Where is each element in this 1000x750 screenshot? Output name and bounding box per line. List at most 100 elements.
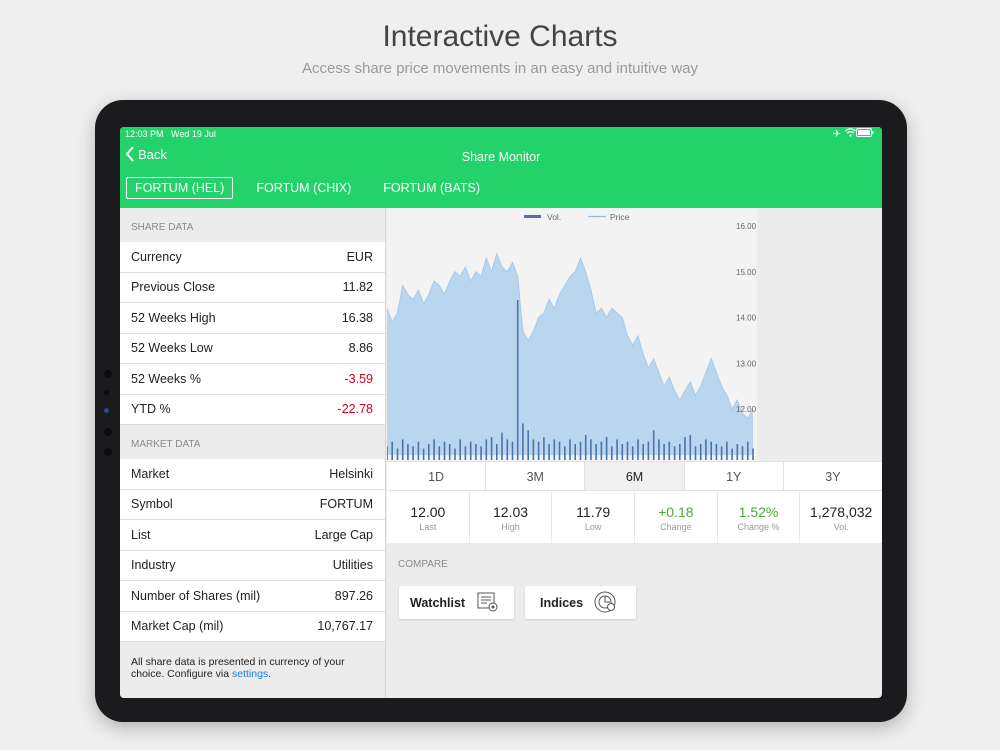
- volume-bar: [469, 441, 472, 460]
- share-data-row: 52 Weeks % -3.59: [120, 364, 385, 395]
- promo-title: Interactive Charts: [382, 20, 618, 53]
- volume-bar: [752, 448, 754, 460]
- volume-bar: [611, 446, 613, 460]
- volume-bar: [720, 446, 723, 460]
- volume-bar: [412, 446, 414, 460]
- legend-volume-label: Vol.: [547, 212, 561, 222]
- volume-bar: [694, 446, 697, 460]
- period-1d[interactable]: 1D: [387, 462, 487, 490]
- volume-bar: [496, 444, 498, 460]
- volume-bar: [485, 439, 488, 460]
- volume-bar: [428, 444, 430, 460]
- compare-heading: COMPARE: [398, 559, 448, 570]
- share-data-heading: SHARE DATA: [131, 222, 194, 233]
- period-3m[interactable]: 3M: [486, 462, 586, 490]
- price-chart-svg: Vol. Price 16.00 15.00 14.00 13.00 12.00: [386, 212, 757, 460]
- volume-bar: [642, 444, 644, 460]
- volume-bar: [401, 439, 404, 460]
- share-data-row: Currency EUR: [120, 242, 385, 273]
- volume-bar: [475, 444, 477, 460]
- stat-change-percent: 1.52% Change %: [718, 491, 801, 543]
- exchange-tabs: FORTUM (HEL) FORTUM (CHIX) FORTUM (BATS): [126, 177, 503, 199]
- market-data-row: Market Helsinki: [120, 459, 385, 490]
- volume-bar: [511, 441, 514, 460]
- stat-change: +0.18 Change: [635, 491, 718, 543]
- volume-bar: [658, 439, 660, 460]
- volume-bar: [417, 441, 420, 460]
- volume-bar: [689, 434, 692, 460]
- volume-bar: [684, 437, 686, 460]
- nav-bar: 12:03 PM Wed 19 Jul ✈ Back Share Monitor…: [120, 127, 882, 208]
- volume-bar: [433, 439, 435, 460]
- period-6m[interactable]: 6M: [585, 462, 685, 490]
- tab-fortum-bats[interactable]: FORTUM (BATS): [374, 177, 489, 199]
- share-data-row: YTD % -22.78: [120, 394, 385, 425]
- market-data-row: Symbol FORTUM: [120, 489, 385, 520]
- volume-bar: [731, 448, 733, 460]
- volume-bar: [448, 444, 451, 460]
- volume-bar: [699, 444, 702, 460]
- volume-bar: [736, 444, 739, 460]
- tab-fortum-chix[interactable]: FORTUM (CHIX): [247, 177, 360, 199]
- volume-bar: [480, 446, 482, 460]
- nav-title: Share Monitor: [461, 150, 541, 164]
- chart-margin: [757, 208, 882, 461]
- stat-high: 12.03 High: [470, 491, 553, 543]
- tab-fortum-hel[interactable]: FORTUM (HEL): [126, 177, 234, 199]
- volume-bar: [558, 441, 561, 460]
- watchlist-button[interactable]: Watchlist: [399, 586, 514, 619]
- volume-bar: [647, 441, 650, 460]
- volume-bar: [631, 446, 634, 460]
- indices-button[interactable]: Indices: [525, 586, 636, 619]
- volume-bar: [386, 446, 388, 460]
- volume-bar: [543, 437, 545, 460]
- volume-bar: [715, 444, 718, 460]
- volume-bar: [605, 437, 608, 460]
- volume-bar: [464, 446, 467, 460]
- y-tick-label: 12.00: [736, 405, 757, 414]
- volume-bar: [422, 448, 425, 460]
- volume-bar: [595, 444, 597, 460]
- volume-bar: [741, 446, 744, 460]
- chart-panel: Vol. Price 16.00 15.00 14.00 13.00 12.00 1D …: [386, 208, 882, 698]
- y-tick-label: 15.00: [736, 268, 757, 277]
- promo-subtitle: Access share price movements in an easy …: [301, 60, 699, 77]
- legend-price-label: Price: [610, 212, 630, 222]
- period-3y[interactable]: 3Y: [784, 462, 882, 490]
- volume-bar: [663, 444, 665, 460]
- price-chart[interactable]: Vol. Price 16.00 15.00 14.00 13.00 12.00: [386, 208, 757, 461]
- volume-bar: [396, 448, 399, 460]
- settings-link[interactable]: settings: [232, 668, 268, 680]
- volume-bar: [569, 439, 571, 460]
- volume-bar: [726, 441, 728, 460]
- share-data-row: Previous Close 11.82: [120, 272, 385, 303]
- camera-dot: [104, 370, 112, 378]
- status-icons: ✈: [833, 128, 874, 140]
- volume-bar: [652, 430, 655, 460]
- side-button: [104, 408, 109, 413]
- market-data-row: Market Cap (mil) 10,767.17: [120, 611, 385, 642]
- volume-bar: [537, 441, 540, 460]
- volume-bar: [705, 439, 707, 460]
- volume-bar: [454, 448, 456, 460]
- legend-volume-swatch: [524, 215, 541, 218]
- volume-bar: [621, 444, 624, 460]
- volume-bar: [590, 439, 592, 460]
- volume-bar: [616, 439, 618, 460]
- price-area: [387, 253, 753, 455]
- y-tick-label: 14.00: [736, 314, 757, 323]
- volume-bar: [522, 423, 524, 460]
- indices-icon: [594, 591, 616, 613]
- period-1y[interactable]: 1Y: [685, 462, 784, 490]
- stat-volume: 1,278,032 Vol.: [810, 504, 873, 532]
- stat-last: 12.00 Last: [387, 491, 470, 543]
- volume-bar: [710, 441, 712, 460]
- volume-bar: [443, 441, 446, 460]
- volume-bar: [584, 434, 587, 460]
- airplane-icon: ✈: [832, 129, 845, 140]
- volume-bar: [564, 446, 566, 460]
- side-button: [104, 448, 112, 456]
- volume-bar: [679, 444, 681, 460]
- side-button: [104, 428, 112, 436]
- volume-bar: [527, 430, 529, 460]
